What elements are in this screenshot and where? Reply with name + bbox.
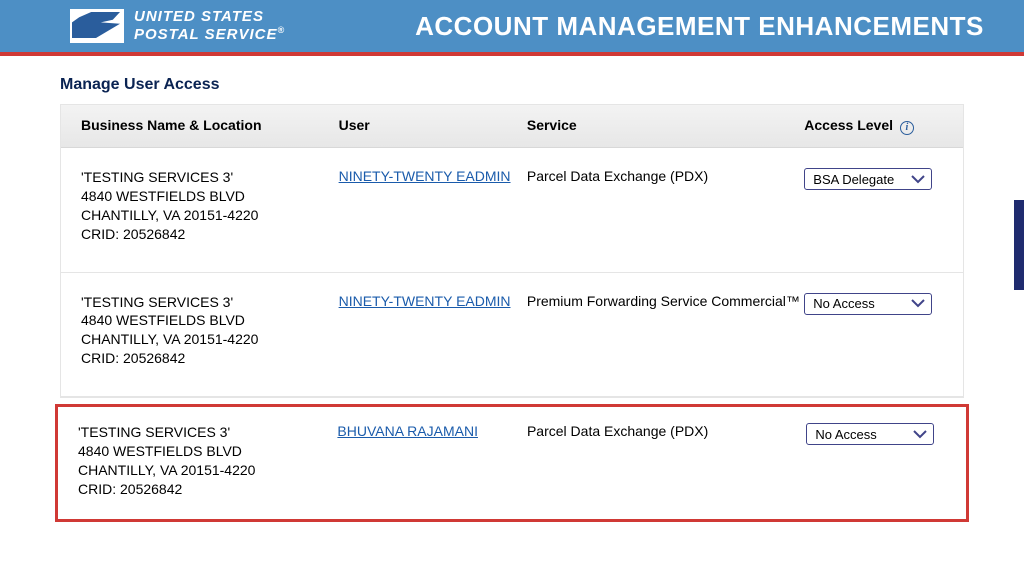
- table-header-row: Business Name & Location User Service Ac…: [61, 105, 963, 148]
- access-cell: No Access: [806, 423, 946, 445]
- user-link[interactable]: BHUVANA RAJAMANI: [337, 423, 478, 439]
- access-level-dropdown[interactable]: No Access: [804, 293, 932, 315]
- table-row: 'TESTING SERVICES 3' 4840 WESTFIELDS BLV…: [61, 273, 963, 398]
- content: Manage User Access Business Name & Locat…: [0, 56, 1024, 522]
- usps-logo: UNITED STATES POSTAL SERVICE®: [70, 9, 285, 43]
- highlighted-row-callout: 'TESTING SERVICES 3' 4840 WESTFIELDS BLV…: [55, 404, 969, 522]
- col-header-service: Service: [527, 117, 804, 135]
- access-cell: BSA Delegate: [804, 168, 943, 190]
- feedback-side-tab[interactable]: [1014, 200, 1024, 290]
- user-link[interactable]: NINETY-TWENTY EADMIN: [339, 168, 511, 184]
- service-cell: Parcel Data Exchange (PDX): [527, 423, 806, 439]
- page-title: ACCOUNT MANAGEMENT ENHANCEMENTS: [415, 11, 984, 42]
- user-cell: NINETY-TWENTY EADMIN: [339, 293, 527, 309]
- header: UNITED STATES POSTAL SERVICE® ACCOUNT MA…: [0, 0, 1024, 56]
- info-icon[interactable]: i: [900, 121, 914, 135]
- access-level-dropdown[interactable]: BSA Delegate: [804, 168, 932, 190]
- logo-text: UNITED STATES POSTAL SERVICE®: [134, 9, 285, 43]
- business-cell: 'TESTING SERVICES 3' 4840 WESTFIELDS BLV…: [81, 168, 339, 244]
- eagle-icon: [70, 9, 124, 43]
- col-header-user: User: [339, 117, 527, 135]
- logo-line-1: UNITED STATES: [134, 9, 285, 26]
- chevron-down-icon: [913, 430, 927, 439]
- user-cell: BHUVANA RAJAMANI: [337, 423, 527, 439]
- user-cell: NINETY-TWENTY EADMIN: [339, 168, 527, 184]
- col-header-business: Business Name & Location: [81, 117, 339, 135]
- table-row: 'TESTING SERVICES 3' 4840 WESTFIELDS BLV…: [58, 407, 966, 519]
- section-title: Manage User Access: [60, 76, 1024, 94]
- business-cell: 'TESTING SERVICES 3' 4840 WESTFIELDS BLV…: [78, 423, 337, 499]
- table-row: 'TESTING SERVICES 3' 4840 WESTFIELDS BLV…: [61, 148, 963, 273]
- access-cell: No Access: [804, 293, 943, 315]
- chevron-down-icon: [911, 299, 925, 308]
- access-table: Business Name & Location User Service Ac…: [60, 104, 964, 398]
- logo-line-2: POSTAL SERVICE®: [134, 26, 285, 44]
- service-cell: Premium Forwarding Service Commercial™: [527, 293, 804, 309]
- service-cell: Parcel Data Exchange (PDX): [527, 168, 804, 184]
- col-header-access: Access Level i: [804, 117, 943, 135]
- user-link[interactable]: NINETY-TWENTY EADMIN: [339, 293, 511, 309]
- access-level-dropdown[interactable]: No Access: [806, 423, 934, 445]
- business-cell: 'TESTING SERVICES 3' 4840 WESTFIELDS BLV…: [81, 293, 339, 369]
- chevron-down-icon: [911, 175, 925, 184]
